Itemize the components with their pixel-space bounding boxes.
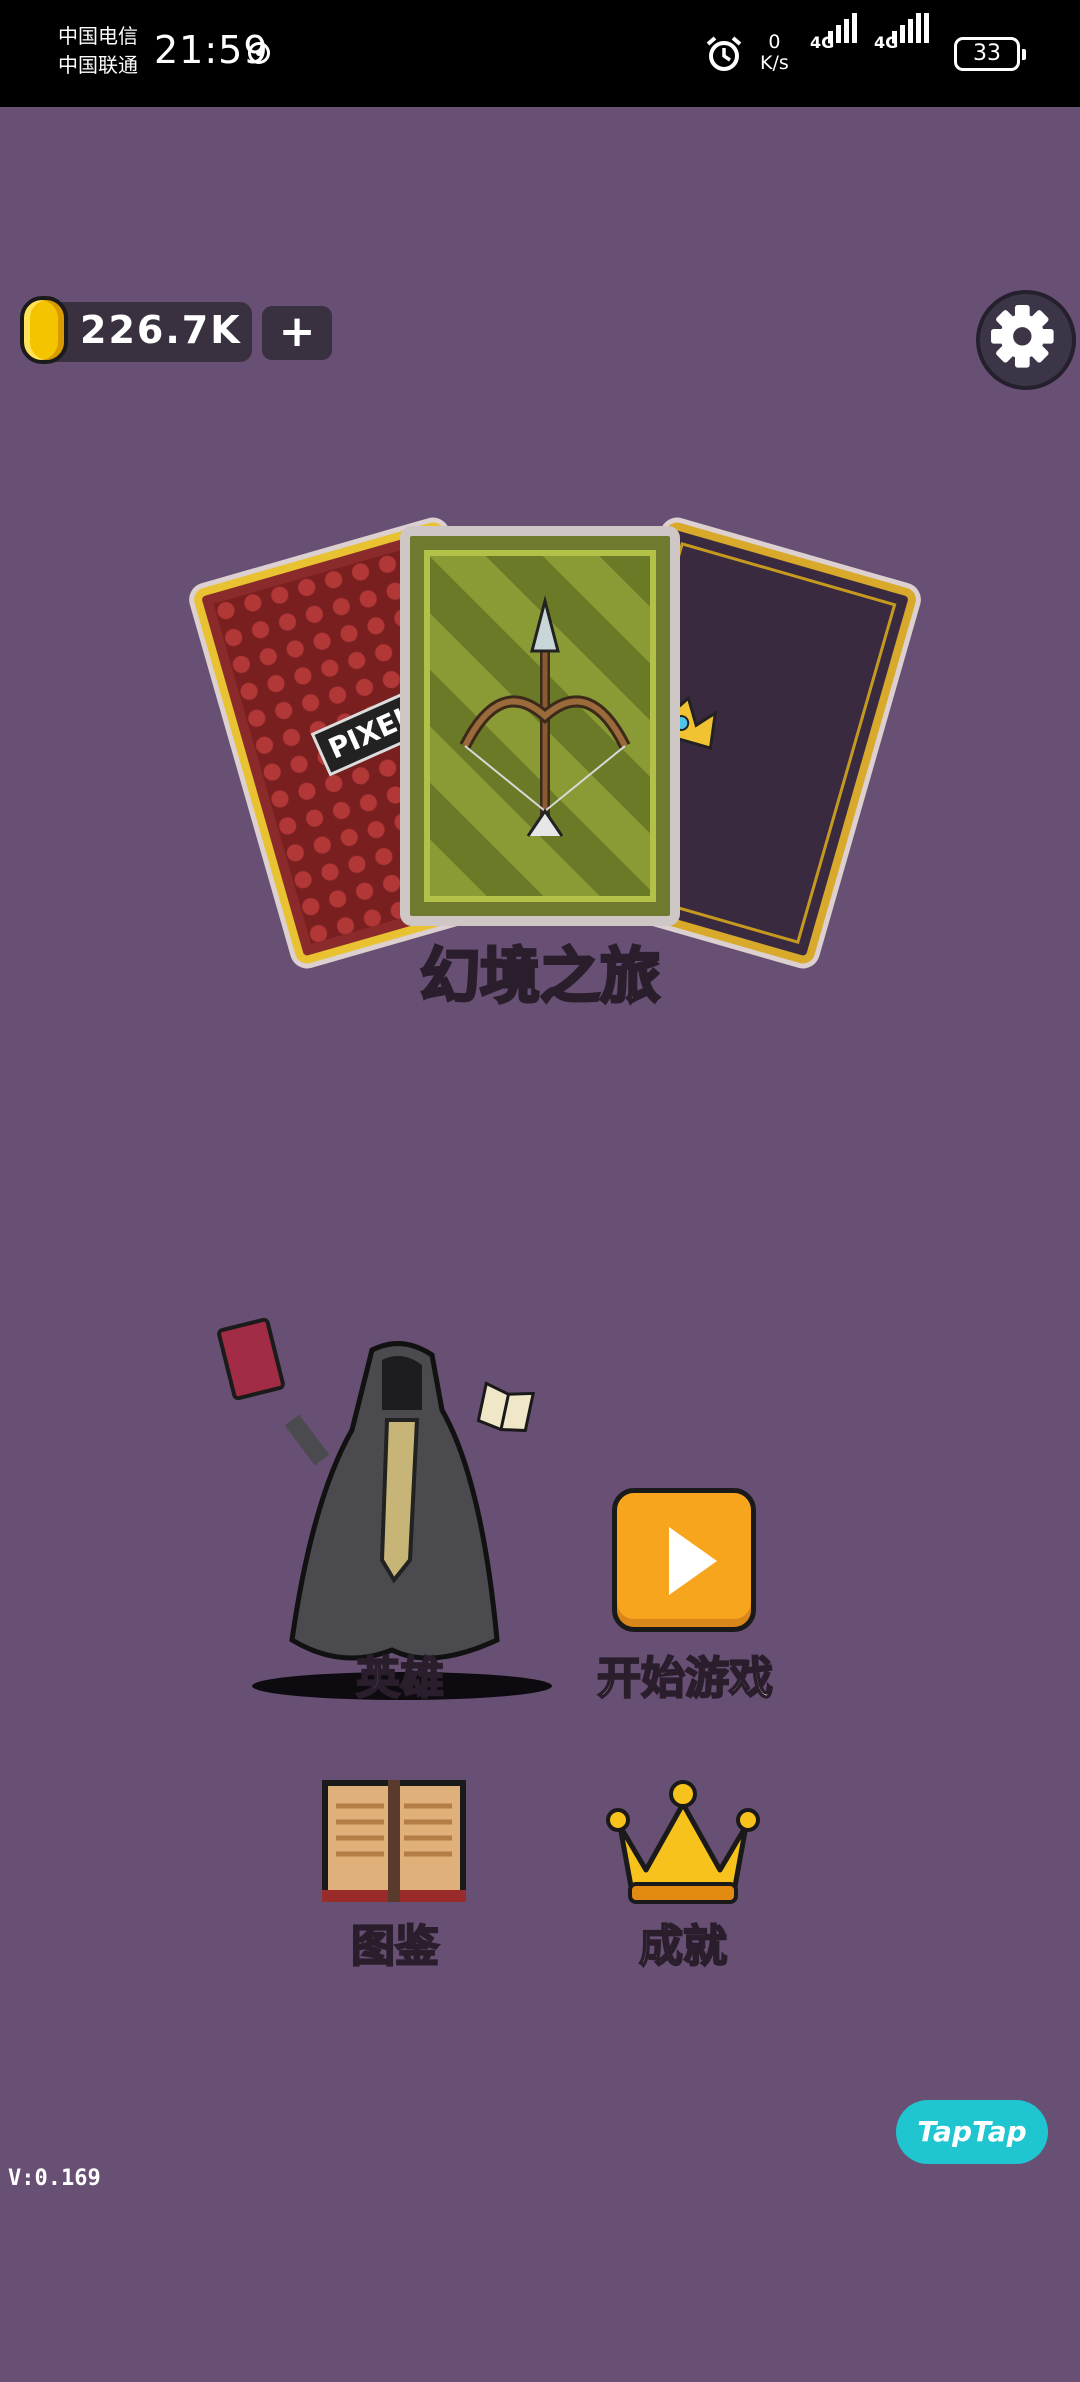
settings-button[interactable] — [976, 290, 1076, 390]
signal-sim1: 4G — [810, 13, 866, 73]
achievement-crown-icon[interactable] — [606, 1774, 760, 1908]
mode-card-selected[interactable] — [400, 526, 680, 926]
taptap-button[interactable]: TapTap — [896, 2100, 1048, 2164]
battery-icon: 33 — [954, 37, 1026, 71]
achievement-label[interactable]: 成就 — [586, 1910, 780, 1974]
status-bar: 中国电信 中国联通 21:59 0 K/s 4G 4G 33 — [0, 0, 1080, 107]
net-speed-unit: K/s — [760, 52, 789, 74]
start-game-button[interactable] — [612, 1488, 756, 1632]
crossbow-icon — [459, 596, 631, 837]
mode-title: 幻境之旅 — [419, 941, 662, 1014]
spellbook-icon — [215, 1316, 287, 1402]
start-game-label[interactable]: 开始游戏 — [572, 1642, 798, 1706]
notification-icon — [248, 42, 270, 64]
hero-character[interactable] — [282, 1340, 512, 1670]
coin-amount: 226.7K — [80, 308, 242, 352]
alarm-icon — [706, 36, 742, 71]
carrier-2: 中国联通 — [58, 53, 138, 77]
codex-label[interactable]: 图鉴 — [300, 1910, 490, 1974]
carrier-1: 中国电信 — [58, 24, 138, 48]
net-speed-value: 0 — [768, 31, 781, 53]
card-inner — [424, 550, 656, 902]
version-text: V:0.169 — [8, 2166, 101, 2191]
gear-icon — [991, 305, 1054, 368]
net-speed: 0 K/s — [760, 32, 789, 74]
codex-book-icon[interactable] — [318, 1774, 470, 1906]
carrier-info: 中国电信 中国联通 — [58, 22, 138, 80]
signal-sim2: 4G — [874, 13, 940, 73]
gold-coin-icon — [20, 296, 68, 364]
hero-button-label[interactable]: 英雄 — [300, 1642, 500, 1706]
add-coins-button[interactable]: + — [262, 306, 332, 360]
